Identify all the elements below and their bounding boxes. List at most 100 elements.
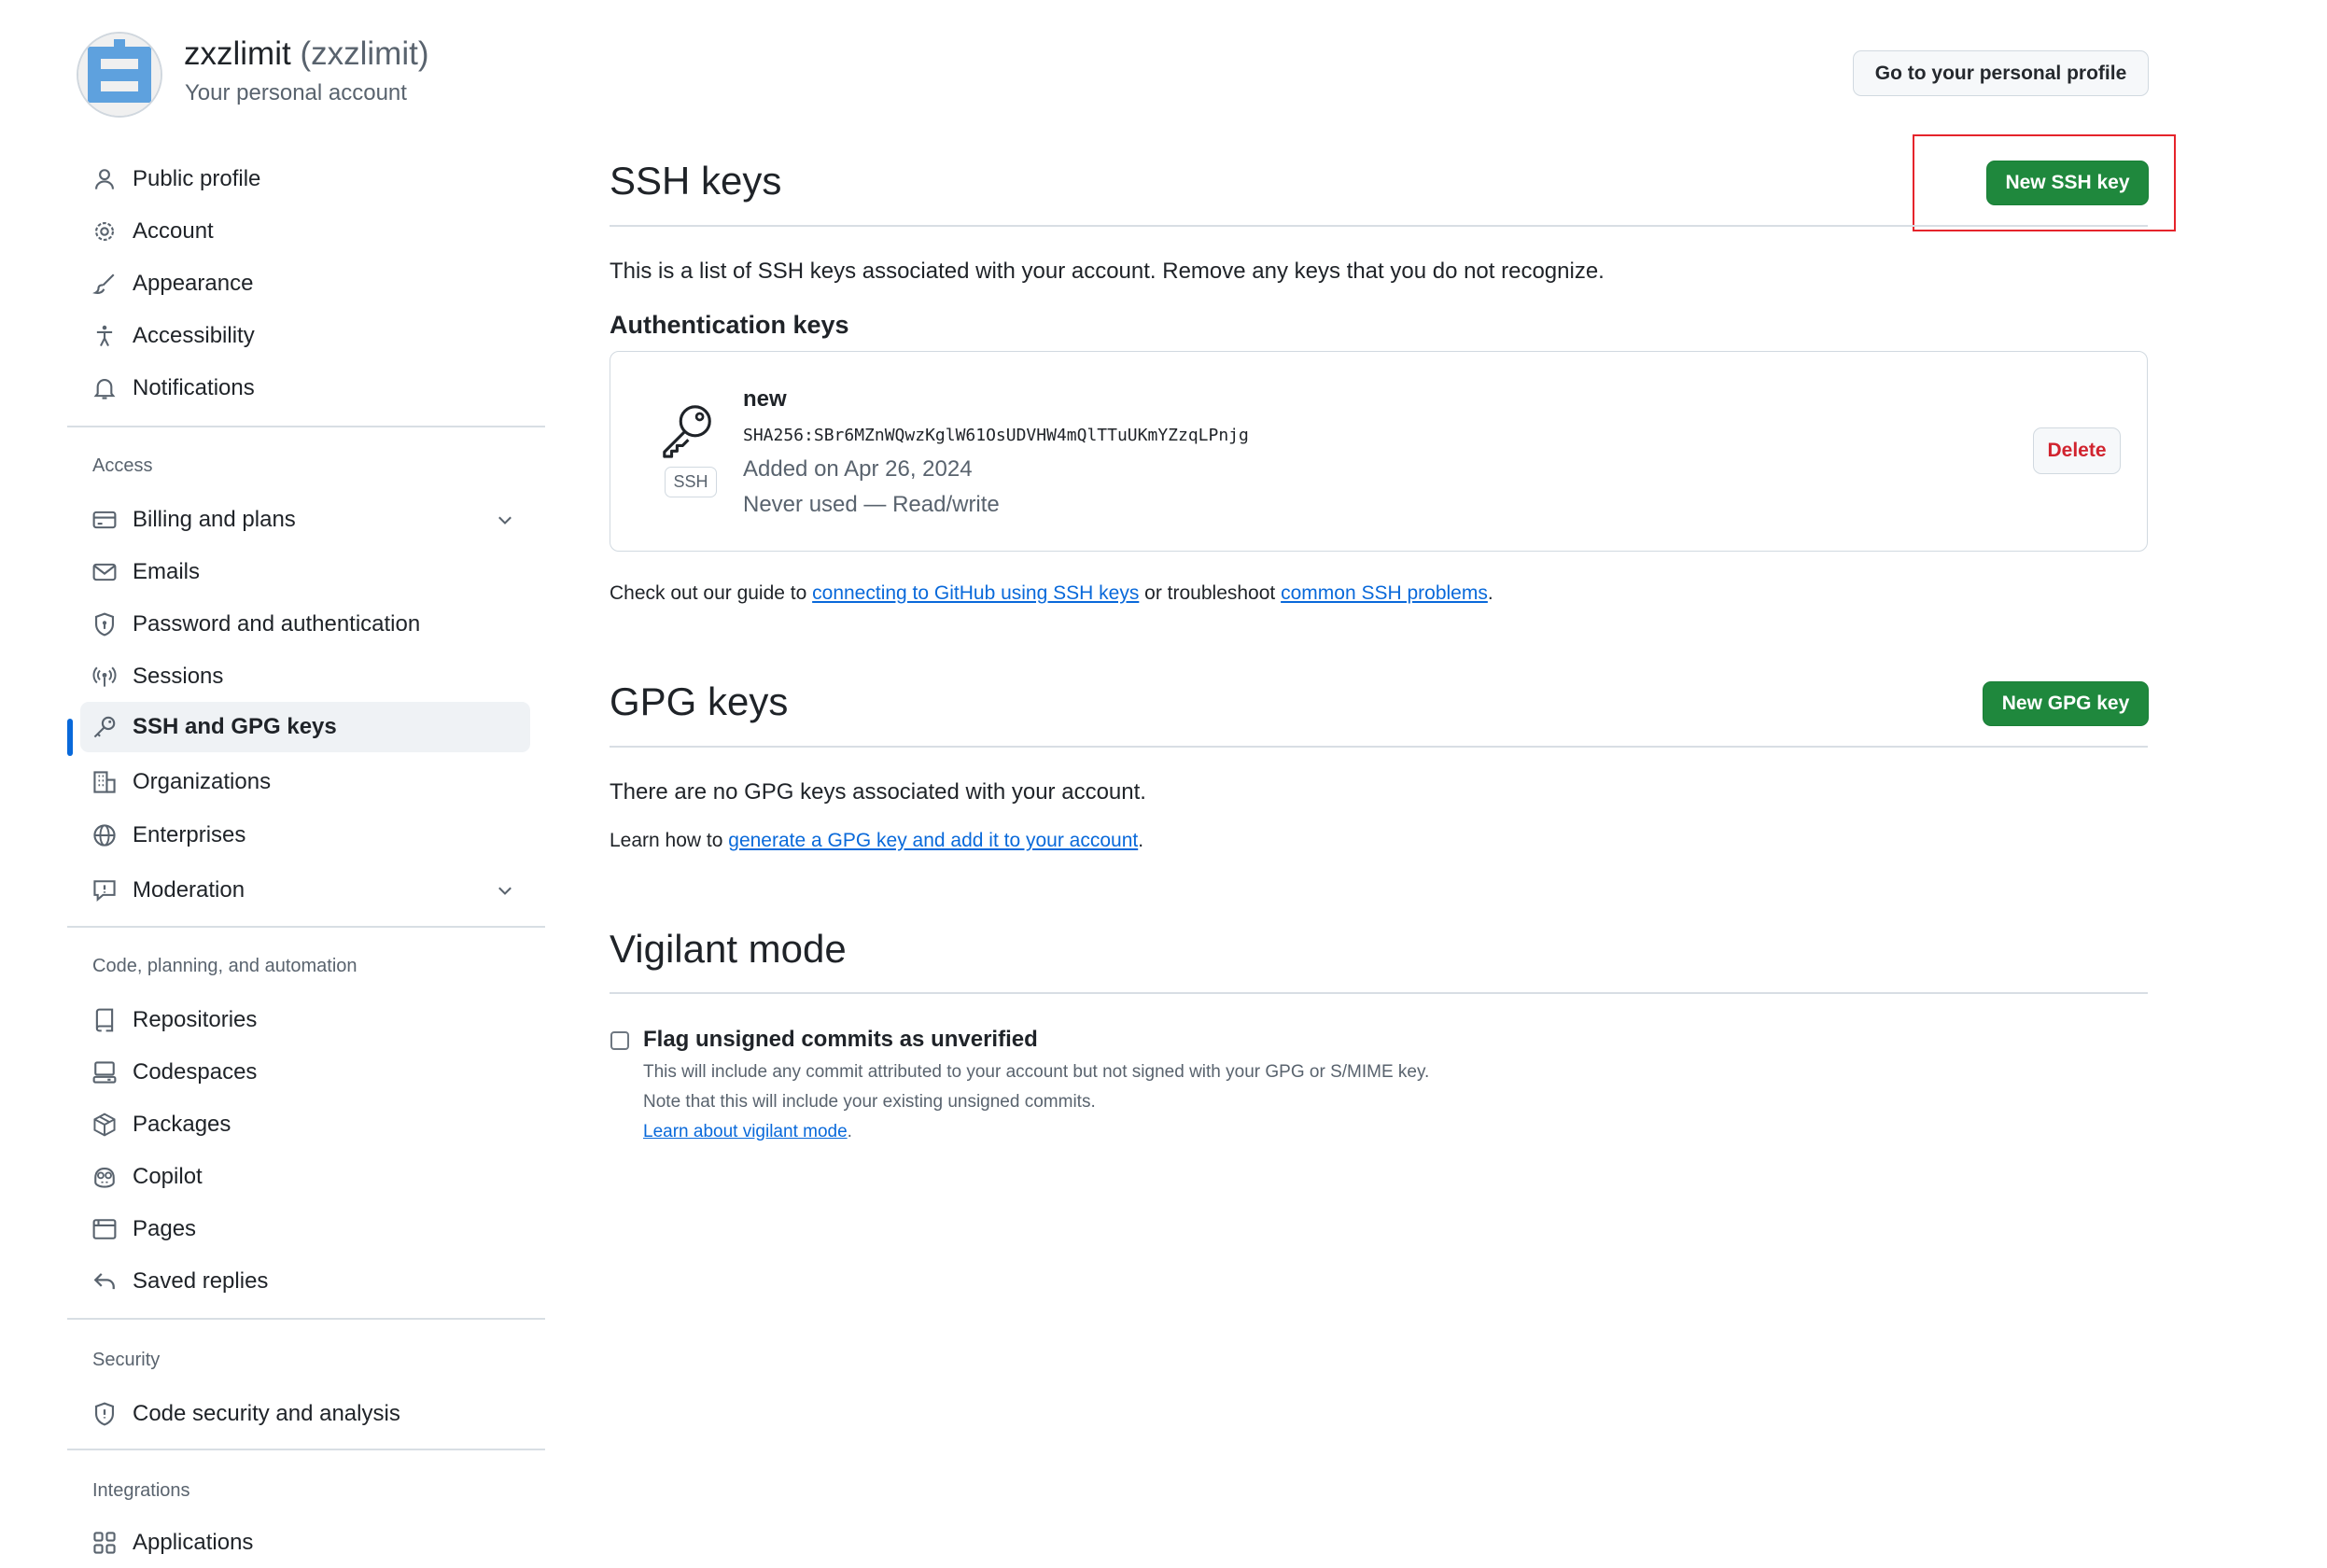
chevron-down-icon[interactable] — [495, 510, 515, 530]
accessibility-icon — [96, 325, 113, 347]
key-icon — [663, 405, 711, 458]
reply-icon — [93, 1273, 115, 1290]
sidebar-divider — [67, 1449, 545, 1450]
sidebar-item-ssh-gpg-keys[interactable]: SSH and GPG keys — [80, 702, 530, 752]
sidebar-item-sessions[interactable]: Sessions — [80, 651, 530, 702]
vigilant-note-2: Note that this will include your existin… — [643, 1092, 1096, 1112]
sidebar-item-code-security[interactable]: Code security and analysis — [80, 1389, 530, 1439]
ssh-troubleshoot-link[interactable]: common SSH problems — [1281, 582, 1488, 604]
gear-icon — [95, 222, 114, 241]
ssh-description: This is a list of SSH keys associated wi… — [610, 259, 1605, 284]
apps-icon — [93, 1532, 116, 1554]
sidebar-item-account[interactable]: Account — [80, 206, 530, 257]
delete-ssh-key-button[interactable]: Delete — [2033, 427, 2121, 474]
vigilant-learn-link[interactable]: Learn about vigilant mode — [643, 1122, 848, 1141]
sidebar-item-organizations[interactable]: Organizations — [80, 757, 530, 807]
go-to-profile-button[interactable]: Go to your personal profile — [1853, 50, 2149, 96]
copilot-icon — [94, 1168, 115, 1188]
key-icon — [93, 716, 116, 738]
sidebar-item-label: Saved replies — [133, 1268, 269, 1294]
sidebar-item-accessibility[interactable]: Accessibility — [80, 311, 530, 361]
sidebar-item-label: Copilot — [133, 1164, 203, 1189]
sidebar-item-label: Repositories — [133, 1007, 258, 1032]
gpg-keys-title: GPG keys — [610, 679, 789, 723]
gpg-learn-text: Learn how to generate a GPG key and add … — [610, 830, 1143, 852]
vigilant-mode-title: Vigilant mode — [610, 927, 847, 971]
sidebar-item-saved-replies[interactable]: Saved replies — [80, 1256, 530, 1307]
person-icon — [95, 169, 114, 189]
sidebar-item-label: Enterprises — [133, 822, 246, 847]
account-name[interactable]: zxzlimit (zxzlimit) — [184, 35, 428, 73]
sidebar-divider — [67, 1318, 545, 1320]
guide-middle: or troubleshoot — [1139, 582, 1282, 604]
sidebar-item-label: Codespaces — [133, 1059, 258, 1085]
learn-prefix: Learn how to — [610, 830, 729, 851]
sidebar-group-security: Security — [92, 1350, 161, 1370]
repo-icon — [95, 1008, 114, 1032]
shield-icon — [95, 1402, 114, 1426]
credit-card-icon — [92, 511, 117, 529]
guide-prefix: Check out our guide to — [610, 582, 813, 604]
sidebar-item-moderation[interactable]: Moderation — [80, 865, 530, 916]
sidebar-group-code: Code, planning, and automation — [92, 956, 357, 976]
vigilant-checkbox-label[interactable]: Flag unsigned commits as unverified — [643, 1027, 1038, 1053]
account-subtitle: Your personal account — [185, 80, 407, 105]
ssh-type-label: SSH — [665, 467, 717, 497]
browser-icon — [92, 1219, 117, 1239]
mail-icon — [92, 563, 117, 581]
sidebar-item-label: Organizations — [133, 769, 272, 794]
sidebar-item-password[interactable]: Password and authentication — [80, 599, 530, 650]
learn-suffix: . — [847, 1122, 852, 1141]
sidebar-item-public-profile[interactable]: Public profile — [80, 154, 530, 204]
sidebar-item-applications[interactable]: Applications — [80, 1518, 530, 1568]
sidebar-item-packages[interactable]: Packages — [80, 1099, 530, 1150]
paintbrush-icon — [92, 273, 115, 294]
highlight-box — [1913, 134, 2176, 231]
sidebar-item-codespaces[interactable]: Codespaces — [80, 1047, 530, 1098]
bell-icon — [93, 379, 116, 399]
shield-lock-icon — [95, 612, 114, 637]
ssh-key-fingerprint: SHA256:SBr6MZnWQwzKglW61OsUDVHW4mQlTTuUK… — [743, 426, 1249, 445]
sidebar-item-label: Packages — [133, 1112, 231, 1137]
chevron-down-icon[interactable] — [495, 880, 515, 901]
sidebar-group-integrations: Integrations — [92, 1480, 190, 1501]
report-icon — [93, 880, 116, 903]
user-login: (zxzlimit) — [300, 35, 429, 72]
gpg-generate-link[interactable]: generate a GPG key and add it to your ac… — [728, 830, 1138, 851]
codespaces-icon — [92, 1061, 117, 1084]
section-divider — [610, 746, 2148, 748]
new-gpg-key-button[interactable]: New GPG key — [1983, 681, 2149, 726]
sidebar-item-pages[interactable]: Pages — [80, 1204, 530, 1254]
sidebar-item-label: Emails — [133, 559, 201, 584]
ssh-connect-guide-link[interactable]: connecting to GitHub using SSH keys — [812, 582, 1139, 604]
authentication-keys-title: Authentication keys — [610, 311, 849, 339]
learn-suffix: . — [1138, 830, 1144, 851]
ssh-keys-title: SSH keys — [610, 159, 782, 203]
organization-icon — [93, 771, 116, 793]
sidebar-item-repositories[interactable]: Repositories — [80, 995, 530, 1045]
sidebar-group-access: Access — [92, 455, 153, 476]
section-divider — [610, 992, 2148, 994]
sidebar-item-enterprises[interactable]: Enterprises — [80, 810, 530, 861]
sidebar-divider — [67, 426, 545, 427]
sidebar-item-label: Moderation — [133, 877, 245, 903]
sidebar-item-appearance[interactable]: Appearance — [80, 259, 530, 309]
ssh-key-name: new — [743, 386, 787, 412]
sidebar-item-label: Account — [133, 218, 214, 244]
sidebar-item-copilot[interactable]: Copilot — [80, 1152, 530, 1202]
ssh-key-item — [610, 351, 2148, 552]
guide-suffix: . — [1487, 582, 1493, 604]
avatar[interactable] — [77, 32, 162, 118]
ssh-key-usage: Never used — Read/write — [743, 492, 1000, 517]
vigilant-mode-checkbox[interactable] — [610, 1031, 629, 1050]
sidebar-divider — [67, 926, 545, 928]
sidebar-item-emails[interactable]: Emails — [80, 547, 530, 597]
sidebar-item-label: Applications — [133, 1530, 254, 1555]
sidebar-item-label: Accessibility — [133, 323, 255, 348]
sidebar-item-label: Sessions — [133, 664, 224, 689]
package-icon — [93, 1113, 116, 1137]
sidebar-item-label: Billing and plans — [133, 507, 296, 532]
vigilant-note-1: This will include any commit attributed … — [643, 1062, 1430, 1082]
sidebar-item-billing[interactable]: Billing and plans — [80, 495, 530, 545]
sidebar-item-notifications[interactable]: Notifications — [80, 363, 530, 413]
